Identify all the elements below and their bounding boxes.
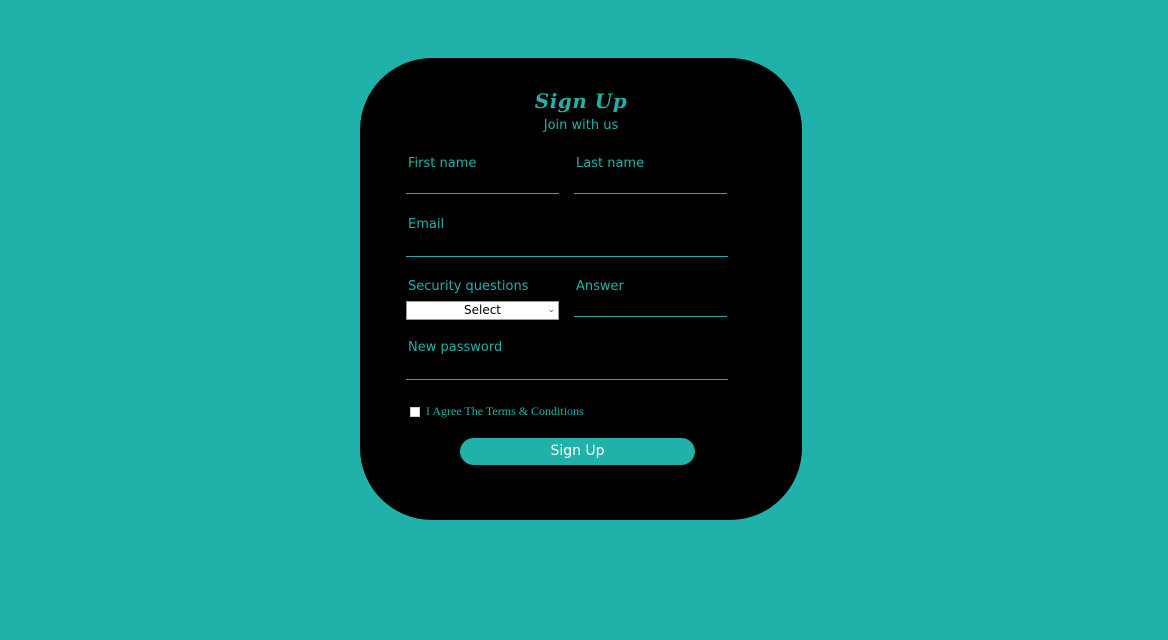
first-name-label: First name: [408, 156, 477, 171]
answer-group: Answer: [574, 279, 727, 317]
answer-label: Answer: [576, 279, 624, 294]
password-group: New password: [406, 340, 728, 380]
security-question-selected: Select: [463, 303, 502, 317]
password-field[interactable]: [406, 362, 728, 380]
last-name-field[interactable]: [574, 176, 727, 194]
answer-field[interactable]: [574, 299, 727, 317]
last-name-group: Last name: [574, 156, 727, 194]
first-name-field[interactable]: [406, 176, 559, 194]
chevron-down-icon: ⌄: [547, 305, 555, 315]
security-question-select[interactable]: Select ⌄: [406, 301, 559, 320]
first-name-group: First name: [406, 156, 559, 194]
form-subtitle: Join with us: [543, 118, 619, 133]
security-question-group: Security questions Select ⌄: [406, 279, 559, 320]
signup-card: Sign Up Join with us First name Last nam…: [360, 58, 802, 520]
email-label: Email: [408, 217, 445, 232]
form-title: Sign Up: [534, 89, 628, 113]
password-label: New password: [408, 340, 503, 355]
email-group: Email: [406, 217, 728, 257]
last-name-label: Last name: [576, 156, 645, 171]
sign-up-button[interactable]: Sign Up: [460, 438, 695, 465]
email-field[interactable]: [406, 239, 728, 257]
security-question-label: Security questions: [408, 279, 529, 294]
terms-label: I Agree The Terms & Conditions: [426, 404, 584, 418]
terms-checkbox[interactable]: [410, 406, 420, 417]
terms-row: I Agree The Terms & Conditions: [410, 404, 584, 419]
